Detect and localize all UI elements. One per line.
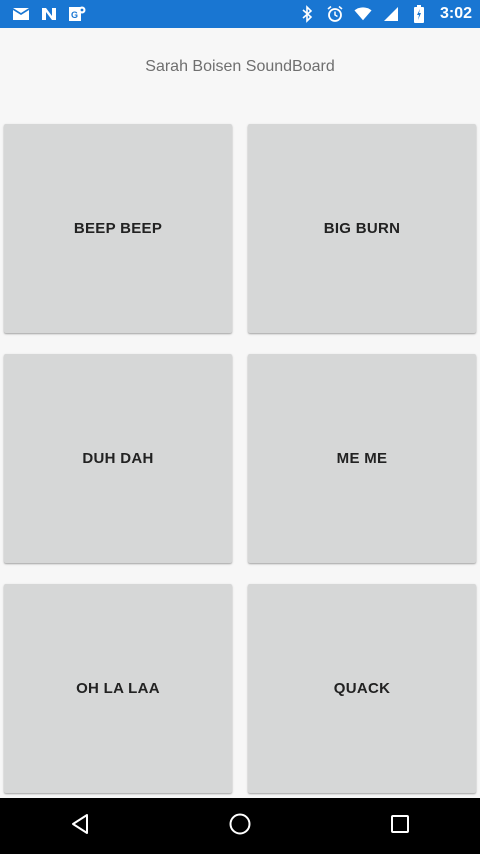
soundboard-grid: BEEP BEEP BIG BURN DUH DAH ME ME OH LA L… — [4, 124, 476, 793]
sound-button-beep-beep[interactable]: BEEP BEEP — [4, 124, 232, 333]
home-icon — [228, 812, 252, 841]
status-time: 3:02 — [439, 5, 472, 22]
app-title: Sarah Boisen SoundBoard — [145, 58, 335, 75]
svg-text:G: G — [71, 10, 78, 20]
bluetooth-icon — [298, 5, 316, 23]
battery-icon — [410, 5, 428, 23]
navigation-bar — [0, 798, 480, 854]
back-button[interactable] — [56, 802, 104, 850]
sound-button-big-burn[interactable]: BIG BURN — [248, 124, 476, 333]
back-icon — [69, 812, 91, 841]
maps-icon: G — [68, 5, 86, 23]
recents-button[interactable] — [376, 802, 424, 850]
notification-icons: G — [12, 5, 86, 23]
recents-icon — [389, 813, 411, 840]
sound-button-quack[interactable]: QUACK — [248, 584, 476, 793]
system-icons: 3:02 — [298, 5, 472, 23]
home-button[interactable] — [216, 802, 264, 850]
alarm-icon — [326, 5, 344, 23]
sound-button-duh-dah[interactable]: DUH DAH — [4, 354, 232, 563]
sound-button-oh-la-laa[interactable]: OH LA LAA — [4, 584, 232, 793]
screen: G 3:02 Sarah Boisen SoundBoard BEEP BEEP… — [0, 0, 480, 854]
n-icon — [40, 5, 58, 23]
sound-button-me-me[interactable]: ME ME — [248, 354, 476, 563]
wifi-icon — [354, 5, 372, 23]
mail-icon — [12, 5, 30, 23]
status-bar: G 3:02 — [0, 0, 480, 28]
signal-icon — [382, 5, 400, 23]
